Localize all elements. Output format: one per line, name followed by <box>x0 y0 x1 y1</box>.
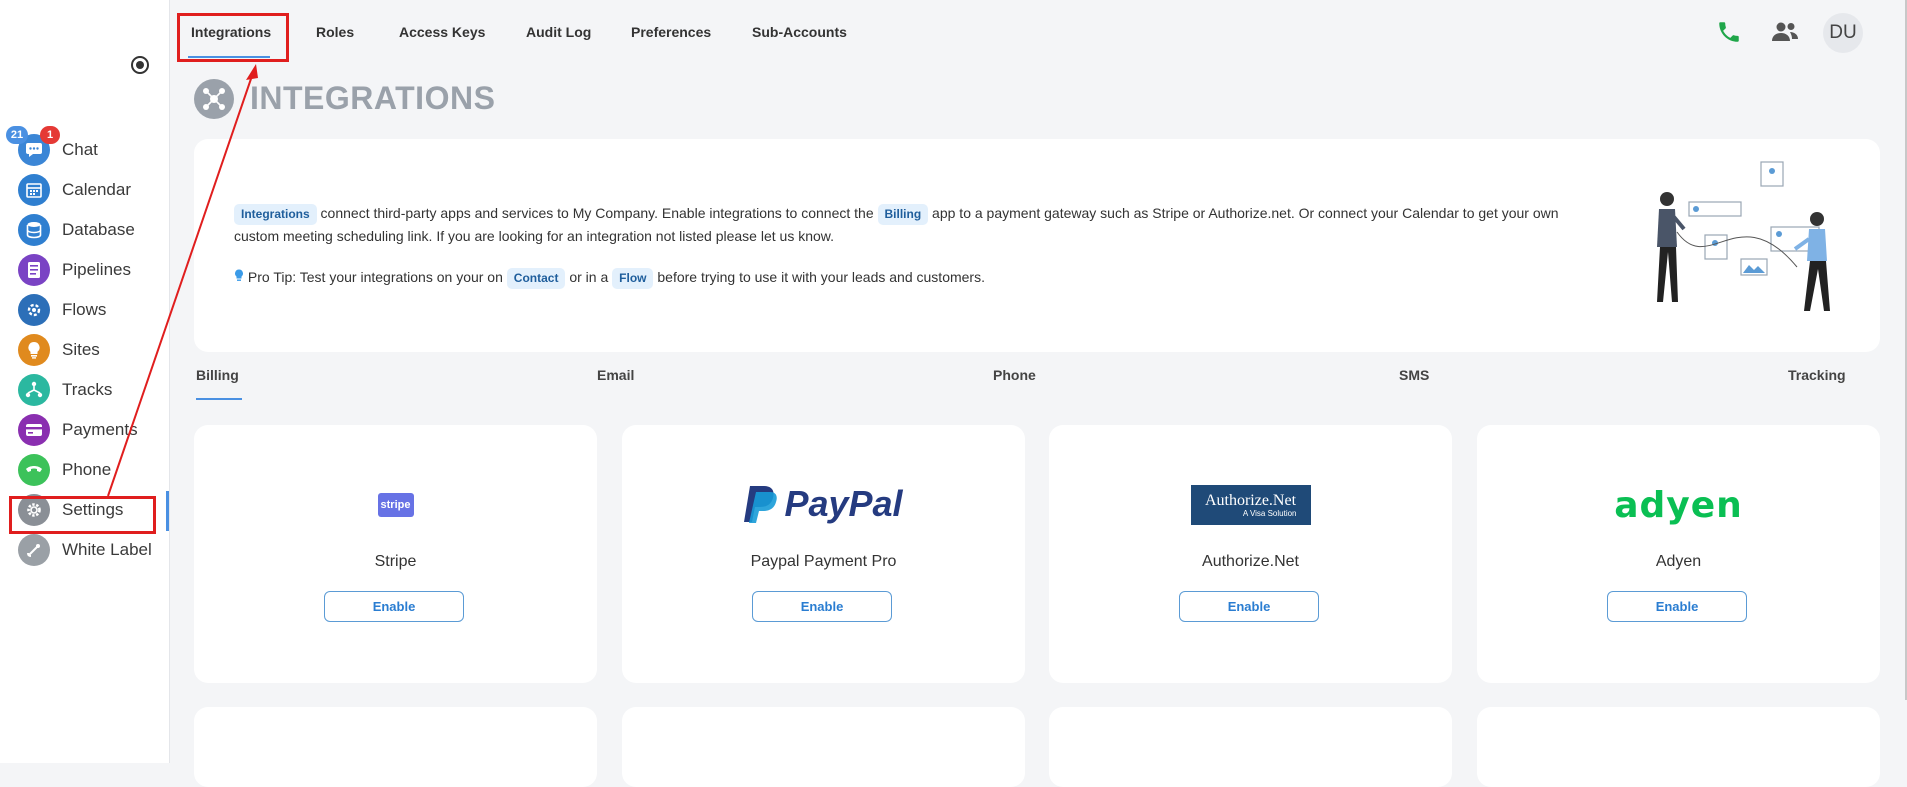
tab-audit-log[interactable]: Audit Log <box>526 24 591 40</box>
sidebar-item-phone[interactable]: Phone <box>18 453 168 487</box>
integration-name: Stripe <box>374 553 417 570</box>
category-tab-phone[interactable]: Phone <box>993 367 1036 383</box>
sidebar-item-calendar[interactable]: Calendar <box>18 173 168 207</box>
flow-chip[interactable]: Flow <box>612 268 654 289</box>
integration-card <box>1049 707 1452 787</box>
lightbulb-icon <box>235 269 243 281</box>
chat-count-badge: 21 <box>6 126 28 144</box>
tab-roles[interactable]: Roles <box>316 24 354 40</box>
integration-name: Paypal Payment Pro <box>750 553 897 570</box>
integration-card <box>622 707 1025 787</box>
sidebar-item-white-label[interactable]: White Label <box>18 533 168 567</box>
integration-card <box>194 707 597 787</box>
pro-tip: Pro Tip: Test your integrations on your … <box>234 266 985 289</box>
tab-sub-accounts[interactable]: Sub-Accounts <box>752 24 847 40</box>
integrations-illustration <box>1657 161 1830 311</box>
sidebar-item-pipelines[interactable]: Pipelines <box>18 253 168 287</box>
info-card: Integrations connect third-party apps an… <box>194 139 1880 352</box>
calendar-icon <box>18 174 50 206</box>
stripe-logo: stripe <box>194 493 597 517</box>
radio-toggle-icon[interactable] <box>131 56 149 74</box>
enable-button[interactable]: Enable <box>1607 591 1747 622</box>
sidebar-item-label: Database <box>62 220 135 239</box>
sidebar-item-sites[interactable]: Sites <box>18 333 168 367</box>
integration-card <box>1477 707 1880 787</box>
chat-alert-badge: 1 <box>40 126 60 144</box>
enable-button[interactable]: Enable <box>752 591 892 622</box>
sidebar-item-label: Phone <box>62 460 112 479</box>
pipelines-icon <box>18 254 50 286</box>
sidebar-item-label: Payments <box>62 420 138 439</box>
sidebar-item-database[interactable]: Database <box>18 213 168 247</box>
settings-highlight <box>9 496 156 534</box>
white-label-icon <box>18 534 50 566</box>
paypal-mark-icon <box>744 486 778 523</box>
phone-call-icon[interactable] <box>1713 16 1745 48</box>
database-icon <box>18 214 50 246</box>
category-tab-tracking[interactable]: Tracking <box>1788 367 1846 383</box>
info-description: Integrations connect third-party apps an… <box>234 202 1574 248</box>
adyen-logo: adyen <box>1477 485 1880 526</box>
tip-text-part: before trying to use it with your leads … <box>653 269 985 285</box>
integrations-icon <box>194 79 234 119</box>
sidebar-item-label: Chat <box>62 140 98 159</box>
sidebar-item-label: Tracks <box>62 380 113 399</box>
stripe-logo-text: stripe <box>377 493 414 517</box>
tracks-icon <box>18 374 50 406</box>
page-title: INTEGRATIONS <box>250 80 496 116</box>
integration-card-stripe: stripe Stripe Enable <box>194 425 597 683</box>
integration-card-authorize-net: Authorize.Net A Visa Solution Authorize.… <box>1049 425 1452 683</box>
sidebar-item-label: Calendar <box>62 180 131 199</box>
sidebar-item-label: White Label <box>62 540 152 559</box>
integrations-tab-highlight <box>177 13 289 62</box>
paypal-logo-text: PayPal <box>784 483 903 524</box>
category-tab-sms[interactable]: SMS <box>1399 367 1429 383</box>
category-tab-email[interactable]: Email <box>597 367 634 383</box>
integration-name: Adyen <box>1655 553 1702 570</box>
users-icon[interactable] <box>1769 16 1801 48</box>
info-text-part: connect third-party apps and services to… <box>316 205 878 221</box>
tip-text-part: or in a <box>565 269 613 285</box>
tip-text-part: Pro Tip: Test your integrations on your … <box>244 269 507 285</box>
authorize-net-logo-text: Authorize.Net <box>1204 492 1297 509</box>
sidebar-item-label: Pipelines <box>62 260 131 279</box>
adyen-logo-text: adyen <box>1614 485 1743 526</box>
authorize-net-logo: Authorize.Net A Visa Solution <box>1049 485 1452 525</box>
active-category-underline <box>196 398 242 400</box>
tab-access-keys[interactable]: Access Keys <box>399 24 485 40</box>
integration-card-adyen: adyen Adyen Enable <box>1477 425 1880 683</box>
paypal-logo: PayPal <box>622 483 1025 525</box>
sidebar-item-payments[interactable]: Payments <box>18 413 168 447</box>
billing-chip[interactable]: Billing <box>877 204 929 225</box>
sidebar-item-tracks[interactable]: Tracks <box>18 373 168 407</box>
contact-chip[interactable]: Contact <box>506 268 566 289</box>
integrations-chip[interactable]: Integrations <box>234 204 317 225</box>
enable-button[interactable]: Enable <box>1179 591 1319 622</box>
avatar[interactable]: DU <box>1823 13 1863 53</box>
tab-preferences[interactable]: Preferences <box>631 24 711 40</box>
payments-icon <box>18 414 50 446</box>
category-tab-billing[interactable]: Billing <box>196 367 239 383</box>
integration-card-paypal: PayPal Paypal Payment Pro Enable <box>622 425 1025 683</box>
authorize-net-logo-sub: A Visa Solution <box>1242 509 1297 518</box>
active-indicator <box>166 491 169 531</box>
sidebar-item-label: Flows <box>62 300 107 319</box>
sidebar-item-flows[interactable]: Flows <box>18 293 168 327</box>
sidebar-item-label: Sites <box>62 340 100 359</box>
enable-button[interactable]: Enable <box>324 591 464 622</box>
sites-icon <box>18 334 50 366</box>
sidebar: Chat 21 1 Calendar Database Pipelines Fl… <box>0 0 170 763</box>
flows-icon <box>18 294 50 326</box>
phone-icon <box>18 454 50 486</box>
integration-name: Authorize.Net <box>1202 553 1299 570</box>
